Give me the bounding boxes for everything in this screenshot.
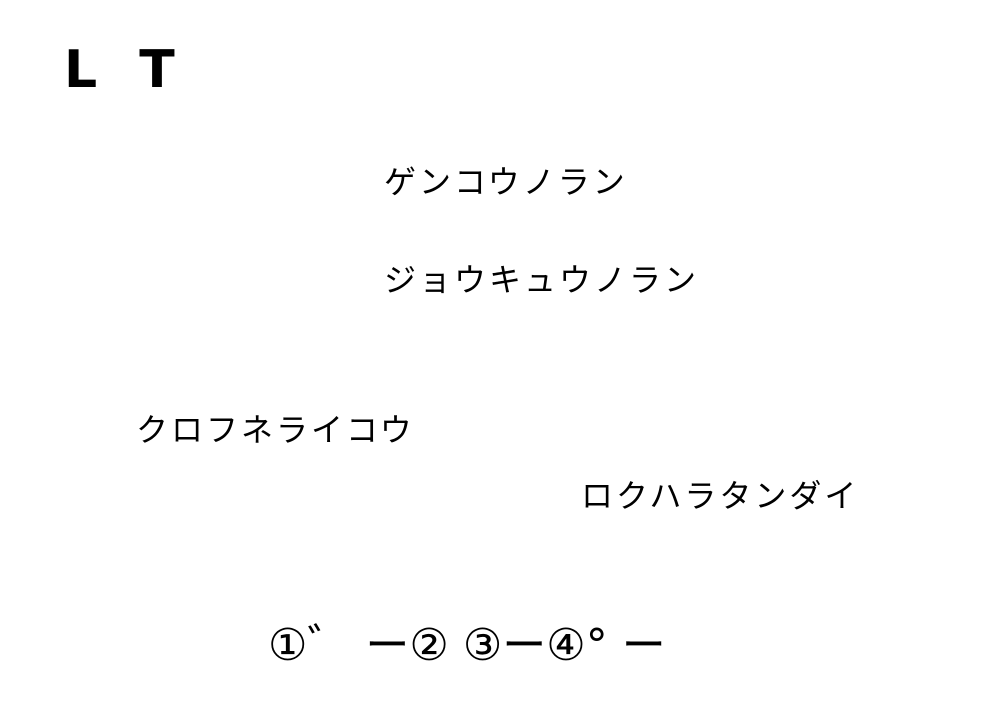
page-title: L T [64,40,187,100]
text-item-rokuhara-tandai: ロクハラタンダイ [581,477,860,515]
numbered-sequence-puzzle: ①゛ ー② ③ー④° ー [268,620,666,671]
text-item-genkou-no-ran: ゲンコウノラン [384,163,628,201]
text-item-kurofune-raikou: クロフネライコウ [136,411,415,449]
text-item-joukyuu-no-ran: ジョウキュウノラン [384,261,700,299]
